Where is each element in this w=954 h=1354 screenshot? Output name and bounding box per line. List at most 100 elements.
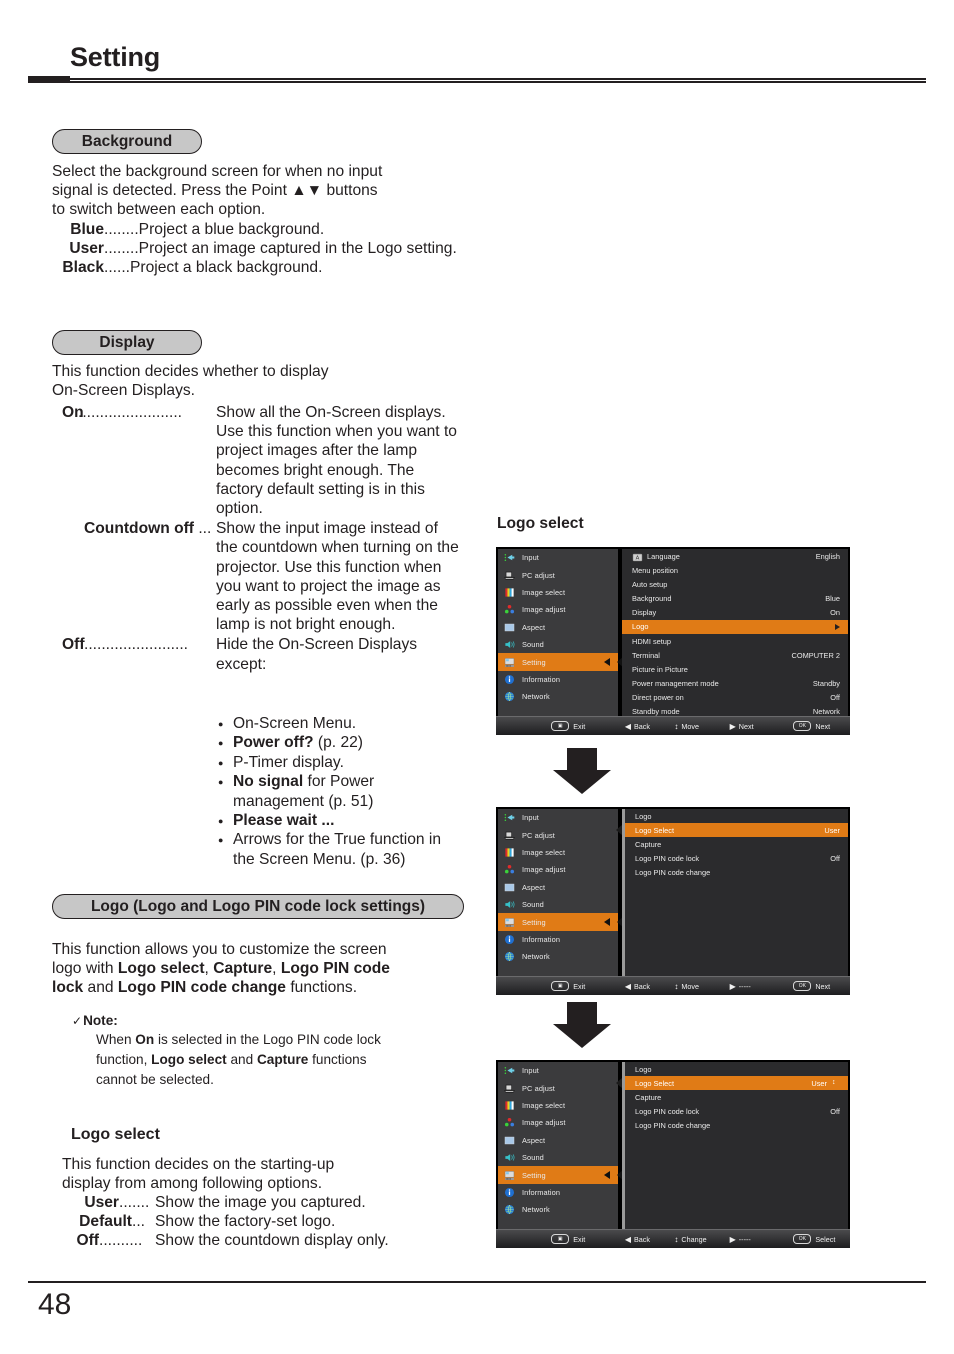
osd-menu-item-picture-in-picture[interactable]: Picture in Picture [622,662,848,676]
osd-bar-action-back[interactable]: ◀ Back [625,1235,650,1244]
osd-menu-item-logo-pin-code-change[interactable]: Logo PIN code change [625,866,848,880]
osd-menu-item-power-management-mode[interactable]: Power management mode Standby [622,677,848,691]
osd-sidebar-item-label: Sound [522,1153,544,1163]
osd-sidebar-item-aspect[interactable]: Aspect [498,619,618,636]
osd-bar-action--[interactable]: ▶ ----- [730,1235,751,1244]
osd-menu-item-label: Logo PIN code lock [635,853,700,863]
osd-sidebar-item-image-adjust[interactable]: Image adjust [498,1114,618,1131]
osd-sidebar-item-input[interactable]: Input [498,809,618,826]
osd-menu-item-logo-pin-code-lock[interactable]: Logo PIN code lock Off [625,851,848,865]
osd-bottom-bar: ▣ Exit ◀ Back ↕ Move ▶ Next OK Next [496,716,850,735]
osd-sidebar-item-pc-adjust[interactable]: PC adjust [498,566,618,583]
logo-select-option-off: Off .......... Show the countdown displa… [72,1231,472,1250]
logo-intro-bold-capture: Capture [213,960,273,978]
osd-sidebar-item-information[interactable]: Information [498,1184,618,1201]
osd-panel-header-label: Logo [635,1064,652,1074]
osd-bar-action--[interactable]: ▶ ----- [730,982,751,991]
flow-arrow-2 [553,1002,611,1048]
osd-bar-keycap: ▣ [551,1234,570,1244]
logo-select-option-default-term: Default [79,1213,132,1231]
osd-sidebar-item-image-adjust[interactable]: Image adjust [498,861,618,878]
osd-bar-action-exit[interactable]: ▣ Exit [551,1234,585,1244]
osd-sidebar-item-image-select[interactable]: Image select [498,1097,618,1114]
osd-menu-item-capture[interactable]: Capture [625,837,848,851]
information-icon [504,1187,515,1198]
osd-menu-item-background[interactable]: Background Blue [622,591,848,605]
display-option-countdown-off: Countdown off ... Show the input image i… [62,519,462,634]
display-off-bullet-0-text: On-Screen Menu. [233,715,357,732]
osd-menu-item-logo-pin-code-lock[interactable]: Logo PIN code lock Off [625,1104,848,1118]
osd-sidebar-item-label: Image select [522,1100,566,1110]
osd-panel-header: Logo [625,809,848,823]
osd-bar-action-next[interactable]: OK Next [793,981,830,991]
osd-bar-action-select[interactable]: OK Select [793,1234,835,1244]
osd-sidebar-item-label: Image adjust [522,605,566,615]
osd-sidebar-item-pc-adjust[interactable]: PC adjust [498,826,618,843]
flow-arrow-1-head [553,770,611,794]
osd-sidebar-item-information[interactable]: Information [498,931,618,948]
network-icon [504,691,515,702]
osd-menu-item-capture[interactable]: Capture [625,1090,848,1104]
logo-select-intro: This function decides on the starting-up… [62,1155,482,1193]
display-option-countdown-off-term: Countdown off [84,520,194,538]
osd-bar-glyph-icon: ▶ [729,1234,736,1244]
logo-select-intro-line2: display from among following options. [62,1175,323,1193]
osd-menu-item-auto-setup[interactable]: Auto setup [622,577,848,591]
osd-bar-action-next[interactable]: ▶ Next [730,722,754,731]
osd-menu-item-logo[interactable]: Logo [622,619,848,634]
osd-bar-action-label: Change [681,1234,707,1244]
network-icon [504,951,515,962]
osd-menu-item-display[interactable]: Display On [622,606,848,620]
chevron-left-icon [604,1171,610,1180]
osd-sidebar-item-sound[interactable]: Sound [498,636,618,653]
osd-sidebar-item-aspect[interactable]: Aspect [498,879,618,896]
osd-sidebar-item-setting[interactable]: Setting [498,1166,624,1184]
display-option-off-dots: ........................ [84,636,188,654]
osd-menu-item-menu-position[interactable]: Menu position [622,563,848,577]
osd-sidebar-item-label: Input [522,553,539,563]
background-intro-line2b: buttons [322,182,378,200]
osd-bar-action-exit[interactable]: ▣ Exit [551,981,585,991]
osd-sidebar-item-input[interactable]: Input [498,549,618,566]
osd-sidebar-item-sound[interactable]: Sound [498,1149,618,1166]
osd-menu-item-logo-pin-code-change[interactable]: Logo PIN code change [625,1119,848,1133]
osd-sidebar-item-pc-adjust[interactable]: PC adjust [498,1079,618,1096]
section-pill-display-label: Display [99,333,155,351]
osd-menu-item-hdmi-setup[interactable]: HDMI setup [622,634,848,648]
osd-sidebar-item-aspect[interactable]: Aspect [498,1132,618,1149]
right-column-caption: Logo select [497,515,584,532]
osd-sidebar-item-network[interactable]: Network [498,1201,618,1218]
header-rule-line-2 [28,81,926,83]
osd-row-pointer [616,825,622,836]
osd-bar-action-move[interactable]: ↕ Move [674,722,699,731]
logo-select-option-default: Default ... Show the factory-set logo. [72,1212,472,1231]
section-pill-background-label: Background [81,132,173,150]
osd-bar-action-move[interactable]: ↕ Move [674,982,699,991]
osd-bar-action-next[interactable]: OK Next [793,721,830,731]
up-down-arrows-icon[interactable]: ↕ [832,1079,840,1087]
osd-menu-item-logo-select[interactable]: Logo Select User [616,823,848,838]
osd-menu-item-direct-power-on[interactable]: Direct power on Off [622,691,848,705]
osd-sidebar-item-sound[interactable]: Sound [498,896,618,913]
osd-sidebar-item-image-select[interactable]: Image select [498,844,618,861]
osd-sidebar-item-input[interactable]: Input [498,1062,618,1079]
osd-sidebar-item-information[interactable]: Information [498,671,618,688]
osd-bar-action-back[interactable]: ◀ Back [625,722,650,731]
osd-menu-item-terminal[interactable]: Terminal COMPUTER 2 [622,648,848,662]
osd-bar-action-change[interactable]: ↕ Change [674,1235,706,1244]
osd-sidebar-item-image-select[interactable]: Image select [498,584,618,601]
osd-sidebar-item-network[interactable]: Network [498,688,618,705]
osd-sidebar-item-image-adjust[interactable]: Image adjust [498,601,618,618]
osd-bar-action-back[interactable]: ◀ Back [625,982,650,991]
osd-sidebar-item-setting[interactable]: Setting [498,913,624,931]
osd-bar-glyph-icon: ↕ [674,721,679,731]
osd-sidebar-item-network[interactable]: Network [498,948,618,965]
osd-sidebar-item-setting[interactable]: Setting [498,653,624,671]
osd-bar-action-exit[interactable]: ▣ Exit [551,721,585,731]
osd-menu-item-label: Logo Select [635,1078,675,1088]
osd-menu-item-value: On [830,608,840,618]
osd-sidebar-item-label: Setting [522,1170,546,1180]
osd-menu-item-logo-select[interactable]: Logo Select User ↕ [616,1076,848,1091]
logo-select-intro-line1: This function decides on the starting-up [62,1156,335,1173]
logo-note-bold-on: On [135,1032,155,1047]
